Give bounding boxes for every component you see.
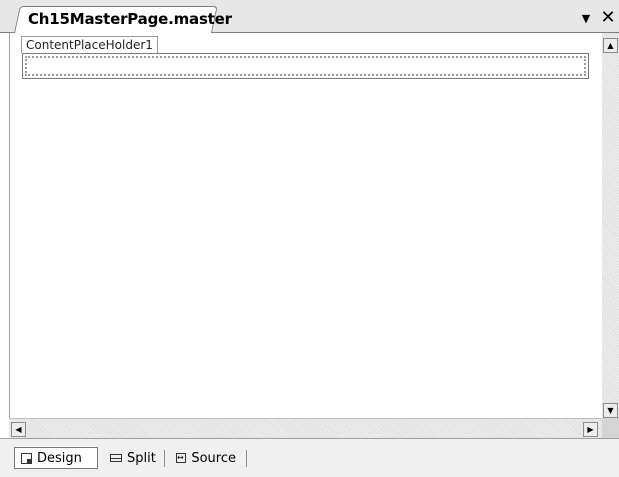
source-icon: [176, 450, 187, 466]
horizontal-scrollbar[interactable]: ◀ ▶: [9, 418, 602, 439]
chevron-down-icon[interactable]: ▼: [579, 10, 593, 26]
document-tab-title[interactable]: Ch15MasterPage.master: [28, 10, 232, 28]
scroll-up-icon[interactable]: ▲: [603, 38, 618, 53]
design-surface[interactable]: ContentPlaceHolder1: [9, 33, 603, 418]
split-icon: [110, 454, 122, 462]
document-window: Ch15MasterPage.master ▼ ✕ ContentPlaceHo…: [0, 0, 619, 477]
view-separator: [246, 450, 247, 467]
design-view-label: Design: [37, 450, 82, 466]
split-view-label: Split: [127, 450, 156, 466]
scroll-right-icon[interactable]: ▶: [583, 422, 598, 437]
split-view-button[interactable]: Split: [104, 447, 162, 469]
source-view-button[interactable]: Source: [170, 447, 242, 469]
close-icon[interactable]: ✕: [599, 7, 617, 28]
tab-strip: Ch15MasterPage.master ▼ ✕: [0, 0, 619, 33]
scroll-left-icon[interactable]: ◀: [11, 422, 26, 437]
scroll-down-icon[interactable]: ▼: [603, 403, 618, 418]
view-bar: Design Split Source: [0, 438, 619, 477]
content-placeholder-region[interactable]: [22, 53, 589, 79]
design-icon: [21, 452, 32, 464]
design-view-button[interactable]: Design: [14, 447, 98, 469]
view-separator: [164, 450, 165, 467]
content-placeholder-label[interactable]: ContentPlaceHolder1: [21, 36, 158, 53]
scrollbar-corner: [602, 418, 619, 438]
source-view-label: Source: [191, 450, 236, 466]
vertical-scrollbar[interactable]: ▲ ▼: [602, 33, 619, 418]
